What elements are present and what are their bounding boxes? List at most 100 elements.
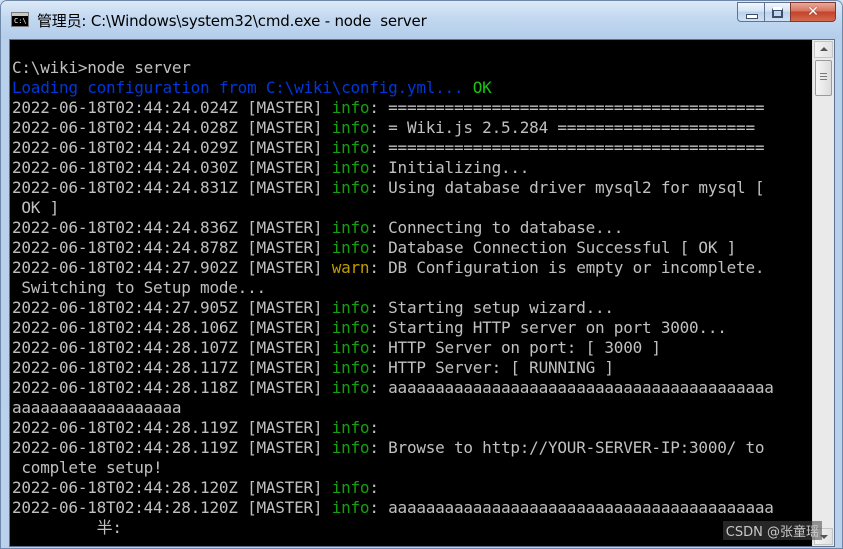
log-info-text: info [331,238,370,257]
console-line: 2022-06-18T02:44:28.120Z [MASTER] info: … [12,498,812,518]
console-text: : Initializing... [369,158,530,177]
console-text: 2022-06-18T02:44:24.030Z [MASTER] [12,158,332,177]
cmd-window: C:\ 管理员: C:\Windows\system32\cmd.exe - n… [0,0,843,549]
console-text: Switching to Setup mode... [12,278,266,297]
log-blue-text: Loading configuration from C:\wiki\confi… [12,78,473,97]
console-line: 2022-06-18T02:44:28.118Z [MASTER] info: … [12,378,812,398]
log-info-text: info [331,158,370,177]
console-text: : = Wiki.js 2.5.284 ====================… [369,118,755,137]
console-text: 2022-06-18T02:44:24.029Z [MASTER] [12,138,332,157]
console-text: 2022-06-18T02:44:28.120Z [MASTER] [12,498,332,517]
console-text: : HTTP Server on port: [ 3000 ] [369,338,661,357]
console-text: aaaaaaaaaaaaaaaaaa [12,398,182,417]
console-line: 2022-06-18T02:44:24.878Z [MASTER] info: … [12,238,812,258]
console-text: 2022-06-18T02:44:28.118Z [MASTER] [12,378,332,397]
close-icon: ✕ [807,4,819,20]
console-text: : Using database driver mysql2 for mysql… [369,178,765,197]
console-text: 2022-06-18T02:44:28.119Z [MASTER] [12,418,332,437]
scroll-up-button[interactable] [814,41,833,58]
console-line: 2022-06-18T02:44:24.029Z [MASTER] info: … [12,138,812,158]
console-text: : Browse to http://YOUR-SERVER-IP:3000/ … [369,438,765,457]
console-text: 2022-06-18T02:44:24.831Z [MASTER] [12,178,332,197]
console-line: 半: [12,518,812,538]
log-info-text: info [331,178,370,197]
log-info-text: info [331,358,370,377]
console-text: 2022-06-18T02:44:24.024Z [MASTER] [12,98,332,117]
scroll-thumb[interactable] [815,60,832,96]
console-line: Switching to Setup mode... [12,278,812,298]
close-button[interactable]: ✕ [790,2,836,22]
console-text: : Connecting to database... [369,218,624,237]
console-line: 2022-06-18T02:44:28.107Z [MASTER] info: … [12,338,812,358]
console-line: Loading configuration from C:\wiki\confi… [12,78,812,98]
log-info-text: info [331,118,370,137]
console-text: : Starting setup wizard... [369,298,614,317]
minimize-button[interactable] [737,2,764,22]
log-info-text: info [331,378,370,397]
console-text: 2022-06-18T02:44:24.836Z [MASTER] [12,218,332,237]
console-line: 2022-06-18T02:44:28.106Z [MASTER] info: … [12,318,812,338]
title-bar[interactable]: C:\ 管理员: C:\Windows\system32\cmd.exe - n… [1,1,842,39]
console-text: 半: [12,518,122,537]
csdn-watermark: CSDN @张童瑶 [722,521,822,540]
console-text: : aaaaaaaaaaaaaaaaaaaaaaaaaaaaaaaaaaaaaa… [369,498,774,517]
console-text: 2022-06-18T02:44:28.106Z [MASTER] [12,318,332,337]
console-text: 2022-06-18T02:44:24.028Z [MASTER] [12,118,332,137]
console-line: 2022-06-18T02:44:27.902Z [MASTER] warn: … [12,258,812,278]
console-line: 2022-06-18T02:44:24.831Z [MASTER] info: … [12,178,812,198]
console-text: C:\wiki>node server [12,58,191,77]
log-info-text: info [331,478,370,497]
console-text: 2022-06-18T02:44:28.117Z [MASTER] [12,358,332,377]
console-text: 2022-06-18T02:44:28.119Z [MASTER] [12,438,332,457]
minimize-icon [746,14,758,19]
console-text: : Database Connection Successful [ OK ] [369,238,737,257]
window-title: 管理员: C:\Windows\system32\cmd.exe - node … [37,12,427,30]
console-line: C:\wiki>node server [12,58,812,78]
console-text: : [369,478,379,497]
console-text: 2022-06-18T02:44:28.107Z [MASTER] [12,338,332,357]
console-text: 2022-06-18T02:44:24.878Z [MASTER] [12,238,332,257]
console-text: complete setup! [12,458,163,477]
console-text: : [369,418,379,437]
console-text: 2022-06-18T02:44:28.120Z [MASTER] [12,478,332,497]
maximize-icon [772,7,783,18]
console-text: : aaaaaaaaaaaaaaaaaaaaaaaaaaaaaaaaaaaaaa… [369,378,774,397]
console-line: aaaaaaaaaaaaaaaaaa [12,398,812,418]
console-line: 2022-06-18T02:44:27.905Z [MASTER] info: … [12,298,812,318]
cmd-app-icon[interactable]: C:\ [11,12,29,27]
console-text: 2022-06-18T02:44:27.902Z [MASTER] [12,258,332,277]
log-info-text: info [331,318,370,337]
log-info-text: info [331,298,370,317]
log-info-text: info [331,438,370,457]
console-line: 2022-06-18T02:44:28.119Z [MASTER] info: … [12,438,812,458]
console-line: 2022-06-18T02:44:28.120Z [MASTER] info: [12,478,812,498]
app-icon-label: C:\ [14,17,27,25]
console-line: 2022-06-18T02:44:28.117Z [MASTER] info: … [12,358,812,378]
log-ok-text: OK [472,78,492,97]
vertical-scrollbar[interactable] [812,40,834,546]
console-text: : DB Configuration is empty or incomplet… [369,258,765,277]
console-line: 2022-06-18T02:44:24.030Z [MASTER] info: … [12,158,812,178]
console-line: 2022-06-18T02:44:24.836Z [MASTER] info: … [12,218,812,238]
caption-buttons: ✕ [737,2,836,23]
console-output[interactable]: C:\wiki>node server Loading configuration… [12,40,812,546]
console-text: 2022-06-18T02:44:27.905Z [MASTER] [12,298,332,317]
log-info-text: info [331,218,370,237]
console-text: : HTTP Server: [ RUNNING ] [369,358,614,377]
console-text: OK ] [12,198,60,217]
log-info-text: info [331,338,370,357]
console-line: 2022-06-18T02:44:24.024Z [MASTER] info: … [12,98,812,118]
console-text: : ======================================… [369,138,765,157]
log-info-text: info [331,418,370,437]
maximize-button[interactable] [764,2,790,22]
console-line: complete setup! [12,458,812,478]
console-frame: C:\wiki>node server Loading configuration… [9,39,835,547]
log-warn-text: warn [331,258,370,277]
console-text: : Starting HTTP server on port 3000... [369,318,727,337]
console-line: OK ] [12,198,812,218]
console-line: 2022-06-18T02:44:28.119Z [MASTER] info: [12,418,812,438]
log-info-text: info [331,498,370,517]
console-line: 2022-06-18T02:44:24.028Z [MASTER] info: … [12,118,812,138]
log-info-text: info [331,98,370,117]
console-text: : ======================================… [369,98,765,117]
